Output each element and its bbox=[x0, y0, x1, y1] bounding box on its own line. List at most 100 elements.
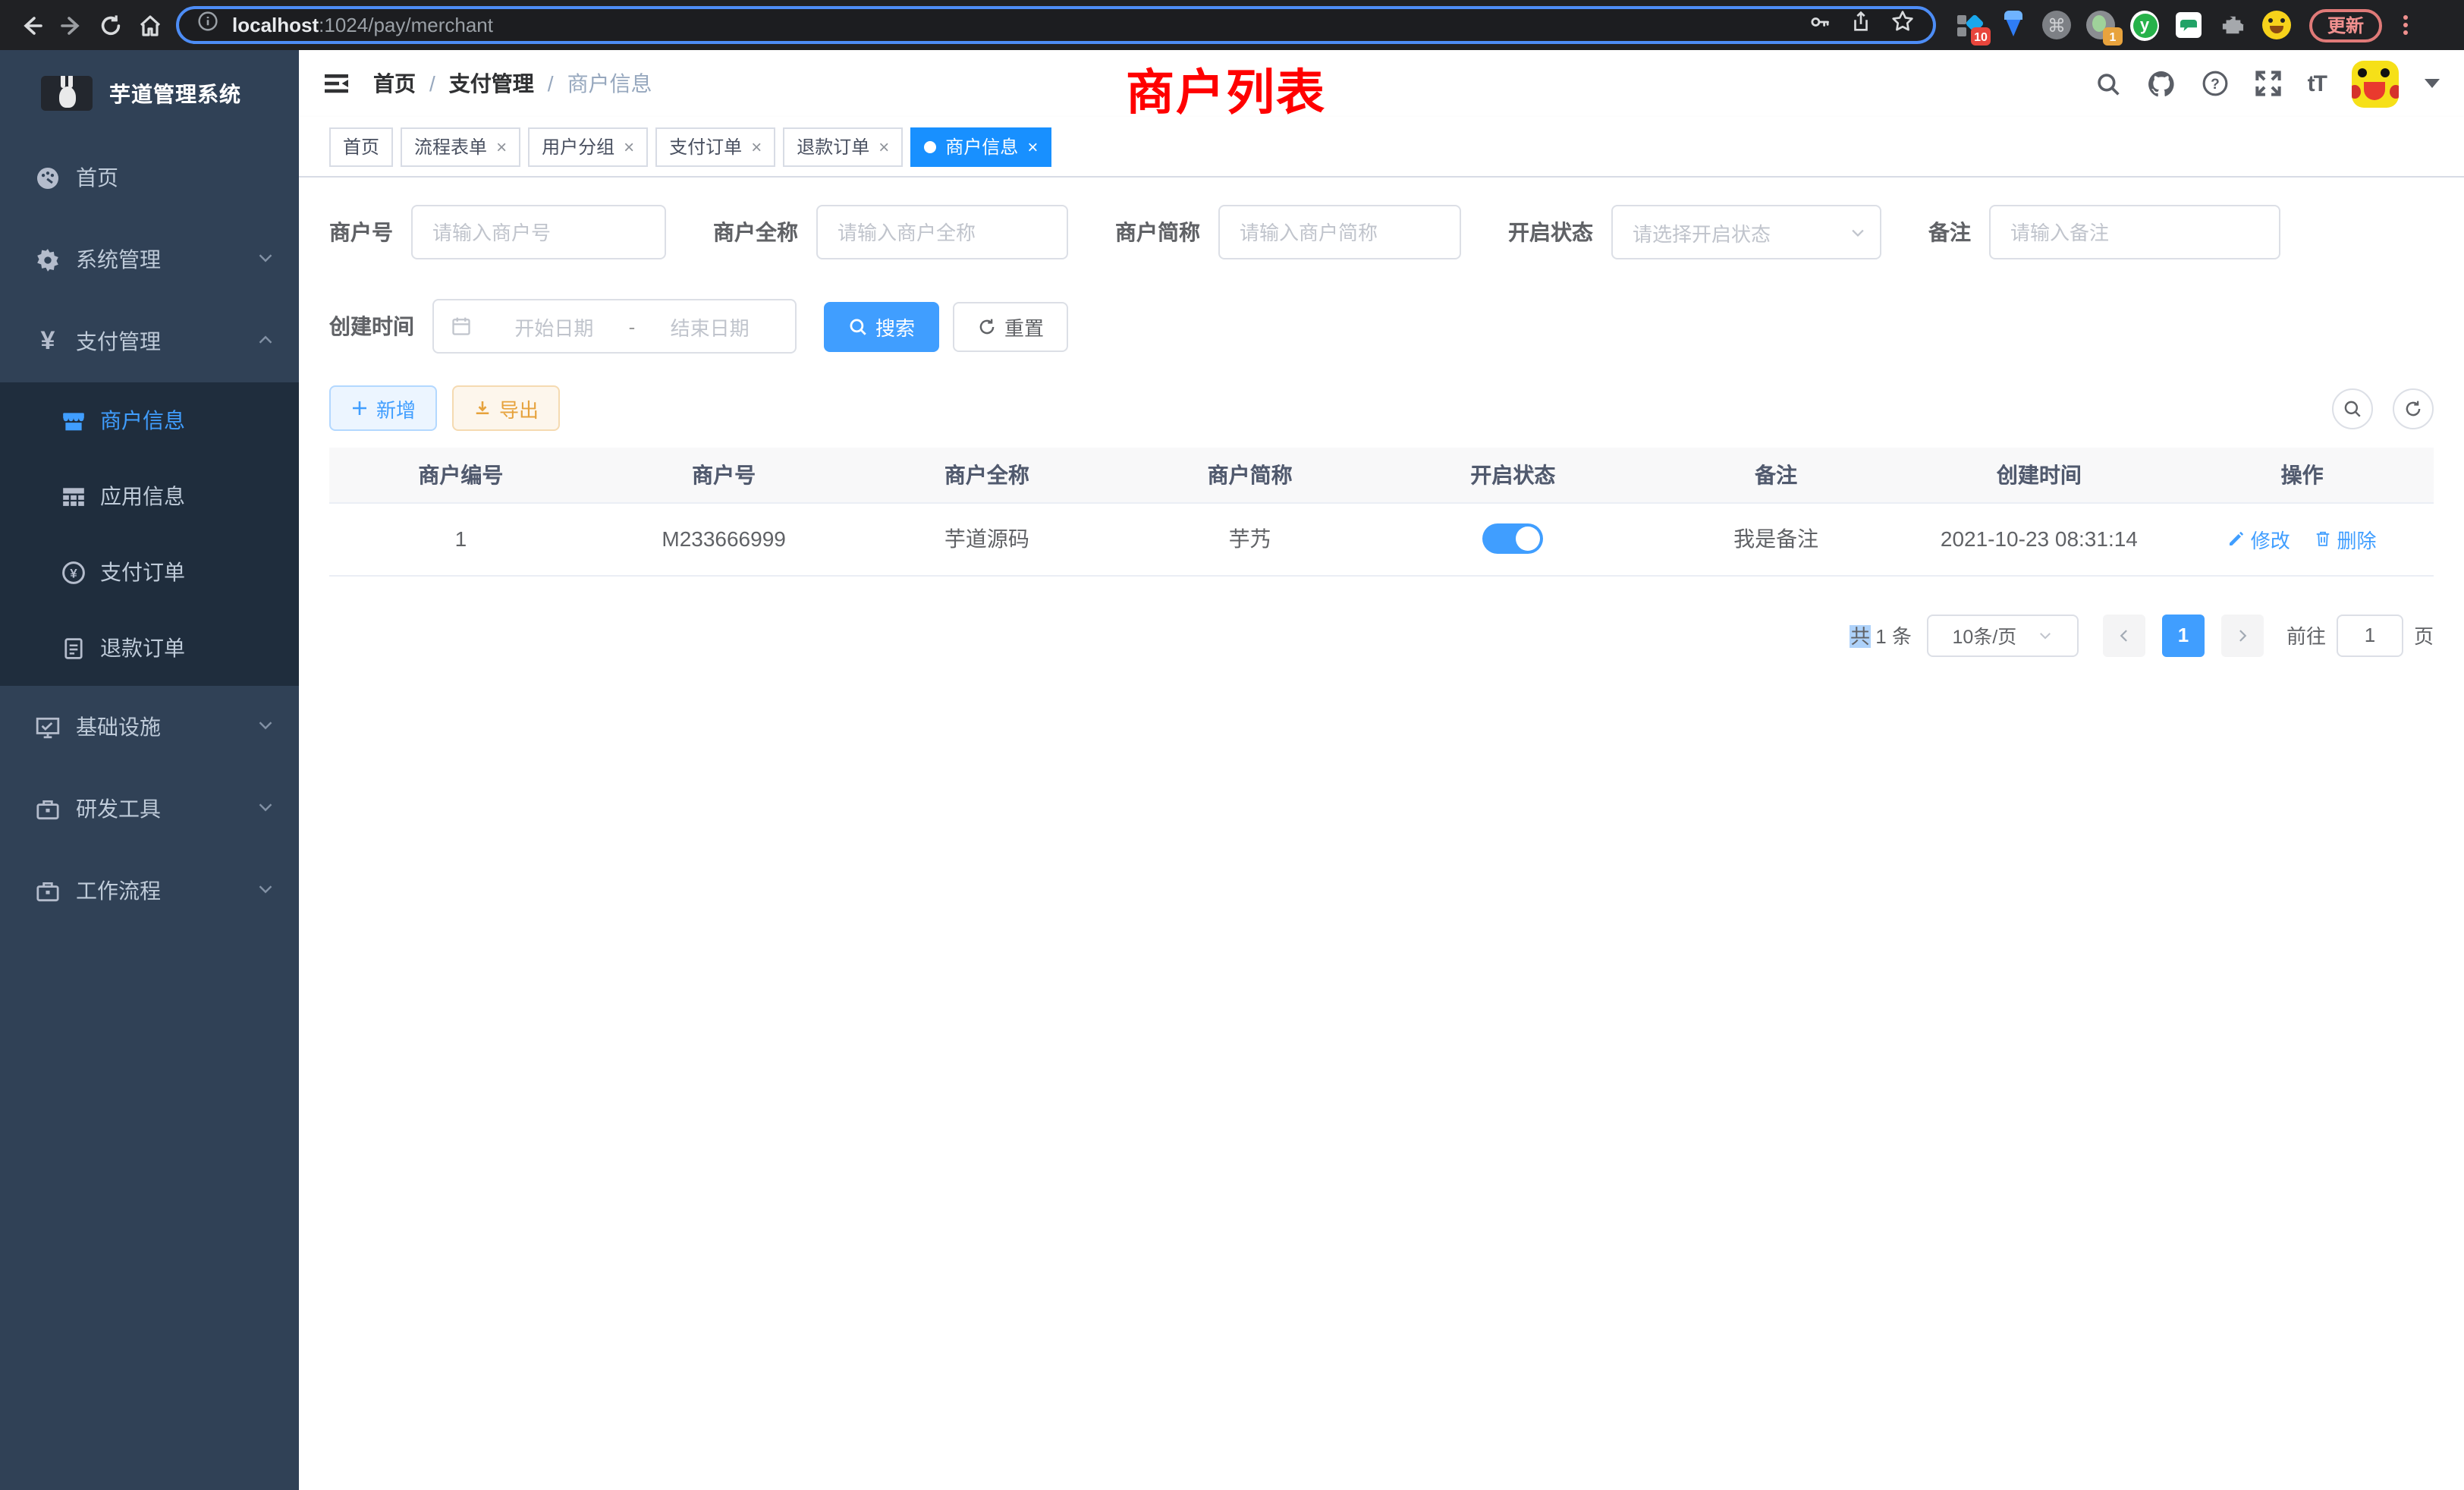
bookmark-star-icon[interactable] bbox=[1890, 9, 1915, 41]
sidebar-item-pay-order[interactable]: ¥ 支付订单 bbox=[0, 534, 299, 610]
edit-link-label: 修改 bbox=[2251, 524, 2290, 553]
edit-link[interactable]: 修改 bbox=[2228, 524, 2290, 553]
tab-close-icon[interactable]: × bbox=[496, 137, 507, 156]
tab-close-icon[interactable]: × bbox=[624, 137, 634, 156]
tab-close-icon[interactable]: × bbox=[878, 137, 889, 156]
sidebar-item-pay[interactable]: ¥ 支付管理 bbox=[0, 300, 299, 382]
tab-user-group[interactable]: 用户分组 × bbox=[528, 127, 648, 166]
short-name-input[interactable] bbox=[1218, 205, 1461, 259]
next-page-button[interactable] bbox=[2221, 614, 2264, 656]
avatar-caret-icon[interactable] bbox=[2425, 79, 2440, 88]
share-icon[interactable] bbox=[1850, 10, 1872, 40]
yen-icon: ¥ bbox=[35, 328, 61, 354]
sidebar-item-home[interactable]: 首页 bbox=[0, 137, 299, 218]
refresh-button[interactable] bbox=[2393, 388, 2434, 429]
cell-merchant-no: M233666999 bbox=[592, 502, 856, 575]
sidebar-item-label: 首页 bbox=[76, 162, 275, 193]
url-text[interactable]: localhost:1024/pay/merchant bbox=[232, 14, 1795, 36]
github-icon[interactable] bbox=[2147, 69, 2176, 98]
font-size-icon[interactable]: tT bbox=[2308, 71, 2326, 96]
tab-merchant-info[interactable]: 商户信息 × bbox=[910, 127, 1051, 166]
briefcase-icon bbox=[35, 878, 61, 904]
sidebar-item-infra[interactable]: 基础设施 bbox=[0, 686, 299, 768]
extension-command-icon[interactable]: ⌘ bbox=[2042, 11, 2071, 39]
header-search-icon[interactable] bbox=[2095, 71, 2121, 96]
sidebar-item-refund-order[interactable]: 退款订单 bbox=[0, 610, 299, 686]
delete-link[interactable]: 删除 bbox=[2315, 524, 2377, 553]
site-info-icon[interactable] bbox=[197, 11, 218, 39]
svg-text:?: ? bbox=[2211, 77, 2220, 93]
chevron-down-icon bbox=[256, 797, 275, 821]
toggle-search-button[interactable] bbox=[2332, 388, 2373, 429]
sidebar-item-system[interactable]: 系统管理 bbox=[0, 218, 299, 300]
sidebar-logo[interactable]: 芋道管理系统 bbox=[0, 50, 299, 137]
logo-rabbit-image bbox=[41, 76, 93, 111]
breadcrumb-home[interactable]: 首页 bbox=[373, 68, 416, 99]
extension-chat-icon[interactable] bbox=[2174, 11, 2203, 39]
browser-back-icon[interactable] bbox=[15, 8, 49, 42]
cell-remark: 我是备注 bbox=[1645, 502, 1908, 575]
sidebar-item-app-info[interactable]: 应用信息 bbox=[0, 458, 299, 534]
browser-reload-icon[interactable] bbox=[94, 8, 127, 42]
search-button[interactable]: 搜索 bbox=[824, 301, 939, 351]
extensions-puzzle-icon[interactable] bbox=[2218, 11, 2247, 39]
extension-y-icon[interactable]: y bbox=[2130, 11, 2159, 39]
tab-process-form[interactable]: 流程表单 × bbox=[401, 127, 520, 166]
sidebar-item-merchant-info[interactable]: 商户信息 bbox=[0, 382, 299, 458]
page-size-select[interactable]: 10条/页 bbox=[1927, 614, 2079, 656]
app-title: 芋道管理系统 bbox=[109, 78, 241, 108]
browser-forward-icon[interactable] bbox=[55, 8, 88, 42]
tab-label: 用户分组 bbox=[542, 134, 614, 159]
address-bar[interactable]: localhost:1024/pay/merchant bbox=[176, 6, 1936, 44]
status-toggle[interactable] bbox=[1482, 523, 1543, 554]
sidebar-item-label: 退款订单 bbox=[100, 633, 275, 663]
goto-page-input[interactable] bbox=[2337, 614, 2403, 656]
calendar-icon bbox=[451, 316, 472, 337]
export-button[interactable]: 导出 bbox=[452, 385, 560, 431]
sidebar-item-workflow[interactable]: 工作流程 bbox=[0, 850, 299, 932]
tab-refund-order[interactable]: 退款订单 × bbox=[783, 127, 903, 166]
tab-close-icon[interactable]: × bbox=[1027, 137, 1038, 156]
chrome-menu-icon[interactable] bbox=[2394, 15, 2415, 35]
svg-text:¥: ¥ bbox=[70, 565, 77, 580]
full-name-input[interactable] bbox=[816, 205, 1068, 259]
tags-view-bar: 首页 流程表单 × 用户分组 × 支付订单 × 退款订单 × 商户信息 × bbox=[299, 117, 2464, 178]
sidebar-submenu-pay: 商户信息 应用信息 ¥ 支付订单 退款订单 bbox=[0, 382, 299, 686]
create-time-range-picker[interactable]: 开始日期 - 结束日期 bbox=[432, 299, 797, 354]
tab-label: 商户信息 bbox=[945, 134, 1018, 159]
tab-label: 支付订单 bbox=[669, 134, 742, 159]
extension-tiles-icon[interactable]: 10 bbox=[1954, 11, 1983, 39]
remark-input[interactable] bbox=[1989, 205, 2280, 259]
extension-badge: 1 bbox=[2103, 27, 2123, 46]
filter-row-2: 创建时间 开始日期 - 结束日期 搜索 重置 bbox=[329, 299, 2434, 354]
profile-emoji-icon[interactable] bbox=[2262, 11, 2291, 39]
merchant-no-input[interactable] bbox=[411, 205, 666, 259]
chevron-down-icon bbox=[256, 247, 275, 272]
user-avatar[interactable] bbox=[2352, 60, 2399, 107]
help-icon[interactable]: ? bbox=[2202, 70, 2229, 97]
short-name-label: 商户简称 bbox=[1115, 217, 1218, 247]
password-key-icon[interactable] bbox=[1809, 10, 1831, 40]
sidebar-item-dev-tools[interactable]: 研发工具 bbox=[0, 768, 299, 850]
monitor-check-icon bbox=[35, 714, 61, 740]
app-window: localhost:1024/pay/merchant 10 ⌘ bbox=[0, 0, 2464, 1490]
extension-gem-icon[interactable] bbox=[1998, 11, 2027, 39]
tab-home[interactable]: 首页 bbox=[329, 127, 393, 166]
extension-circle-icon[interactable]: 1 bbox=[2086, 11, 2115, 39]
chrome-update-button[interactable]: 更新 bbox=[2309, 8, 2382, 42]
fullscreen-icon[interactable] bbox=[2255, 70, 2282, 97]
current-page-button[interactable]: 1 bbox=[2162, 614, 2205, 656]
browser-home-icon[interactable] bbox=[134, 8, 167, 42]
sidebar-item-label: 支付订单 bbox=[100, 557, 275, 587]
reset-button[interactable]: 重置 bbox=[953, 301, 1068, 351]
tab-pay-order[interactable]: 支付订单 × bbox=[655, 127, 775, 166]
status-select[interactable]: 请选择开启状态 bbox=[1611, 205, 1881, 259]
dashboard-icon bbox=[35, 165, 61, 190]
tab-close-icon[interactable]: × bbox=[751, 137, 762, 156]
prev-page-button[interactable] bbox=[2103, 614, 2145, 656]
yen-circle-icon: ¥ bbox=[61, 559, 86, 585]
add-button[interactable]: 新增 bbox=[329, 385, 437, 431]
column-header: 备注 bbox=[1645, 448, 1908, 502]
sidebar-collapse-icon[interactable] bbox=[323, 71, 350, 96]
breadcrumb-pay[interactable]: 支付管理 bbox=[449, 68, 534, 99]
